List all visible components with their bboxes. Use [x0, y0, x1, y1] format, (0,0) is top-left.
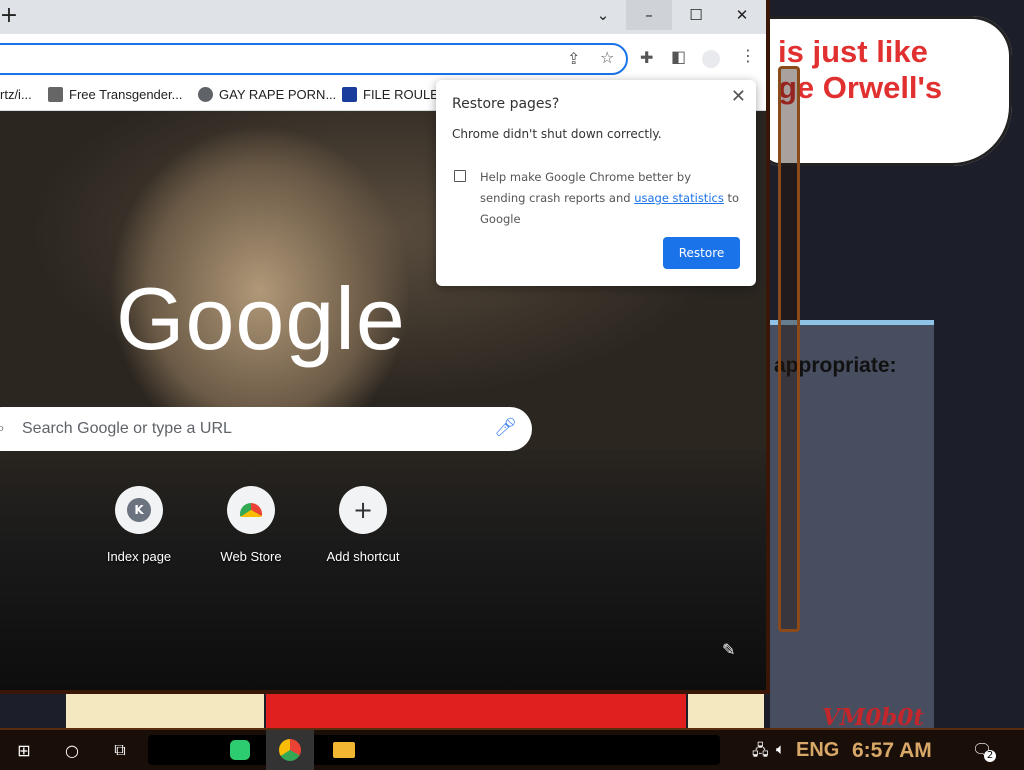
shortcut-index-page[interactable]: K Index page [89, 486, 189, 564]
search-icon: ⌕ [0, 418, 5, 438]
volume-muted-icon[interactable]: 🔈︎ [776, 740, 785, 758]
menu-kebab-icon[interactable]: ⋮ [740, 46, 756, 65]
toolbar: ⇪ ☆ ✚ ◧ ⋮ [0, 34, 766, 80]
usage-statistics-link[interactable]: usage statistics [634, 191, 724, 205]
cortana-icon[interactable]: ○ [48, 730, 96, 770]
minimize-button[interactable]: – [626, 0, 672, 30]
tab-search-chevron-icon[interactable]: ⌄ [580, 0, 626, 30]
close-icon[interactable]: ✕ [731, 86, 746, 107]
restore-button[interactable]: Restore [663, 237, 740, 269]
chrome-web-store-icon [227, 486, 275, 534]
windows-start-icon[interactable]: ⊞ [0, 730, 48, 770]
bookmark-item[interactable]: rtz/i... [0, 87, 32, 102]
shortcut-label: Web Store [220, 549, 282, 564]
search-box[interactable]: ⌕ Search Google or type a URL 🎤︎ [0, 407, 532, 451]
desktop-logo: VM0b0t [822, 704, 925, 731]
taskbar: ⊞ ○ ⧉ 🖧︎ 🔈︎ ENG 6:57 AM 🗨︎ 2 [0, 728, 1024, 770]
address-bar[interactable]: ⇪ ☆ [0, 43, 628, 75]
shortcut-label: Add shortcut [326, 549, 400, 564]
shortcut-label: Index page [106, 549, 172, 564]
bookmark-item[interactable]: FILE ROULE [342, 87, 439, 102]
dialog-title: Restore pages? [452, 96, 560, 112]
chrome-icon[interactable] [266, 730, 314, 770]
bookmark-item[interactable]: GAY RAPE PORN... [198, 87, 336, 102]
microphone-icon[interactable]: 🎤︎ [494, 417, 517, 438]
bookmark-star-icon[interactable]: ☆ [600, 48, 614, 67]
bookmark-item[interactable]: Free Transgender... [48, 87, 182, 102]
search-placeholder: Search Google or type a URL [22, 420, 232, 437]
new-tab-button[interactable]: + [0, 0, 32, 30]
restore-pages-dialog: Restore pages? ✕ Chrome didn't shut down… [436, 80, 756, 286]
bookmark-icon [48, 87, 63, 102]
language-indicator[interactable]: ENG [796, 739, 839, 762]
shortcut-web-store[interactable]: Web Store [201, 486, 301, 564]
customize-pencil-icon[interactable]: ✎ [722, 640, 735, 659]
profile-avatar-icon[interactable] [702, 50, 720, 68]
share-icon[interactable]: ⇪ [567, 49, 580, 68]
shortcut-icon: K [115, 486, 163, 534]
globe-icon [198, 87, 213, 102]
bookmark-icon [342, 87, 357, 102]
desktop-decoration-pole [778, 66, 800, 632]
title-bar: + ⌄ – ☐ ✕ [0, 0, 766, 34]
clock[interactable]: 6:57 AM [852, 739, 932, 763]
network-icon[interactable]: 🖧︎ [752, 740, 769, 765]
side-panel-icon[interactable]: ◧ [671, 47, 686, 66]
crash-report-checkbox[interactable] [454, 170, 466, 182]
task-view-icon[interactable]: ⧉ [96, 730, 144, 770]
extensions-icon[interactable]: ✚ [640, 48, 653, 67]
maximize-button[interactable]: ☐ [673, 0, 719, 30]
desktop-bubble-text: is just like ge Orwell's [778, 34, 943, 105]
file-explorer-icon[interactable] [320, 730, 368, 770]
notification-count-badge: 2 [984, 750, 996, 762]
plus-icon: + [339, 486, 387, 534]
checkbox-label: Help make Google Chrome better by sendin… [480, 170, 740, 226]
shortcut-add[interactable]: + Add shortcut [313, 486, 413, 564]
desktop-bottom-strip [266, 690, 686, 730]
desktop-bottom-strip [66, 690, 264, 730]
close-window-button[interactable]: ✕ [719, 0, 765, 30]
google-logo: Google [116, 269, 406, 368]
desktop-bottom-strip [688, 690, 764, 730]
notes-app-icon[interactable] [216, 730, 264, 770]
dialog-message: Chrome didn't shut down correctly. [452, 127, 662, 141]
